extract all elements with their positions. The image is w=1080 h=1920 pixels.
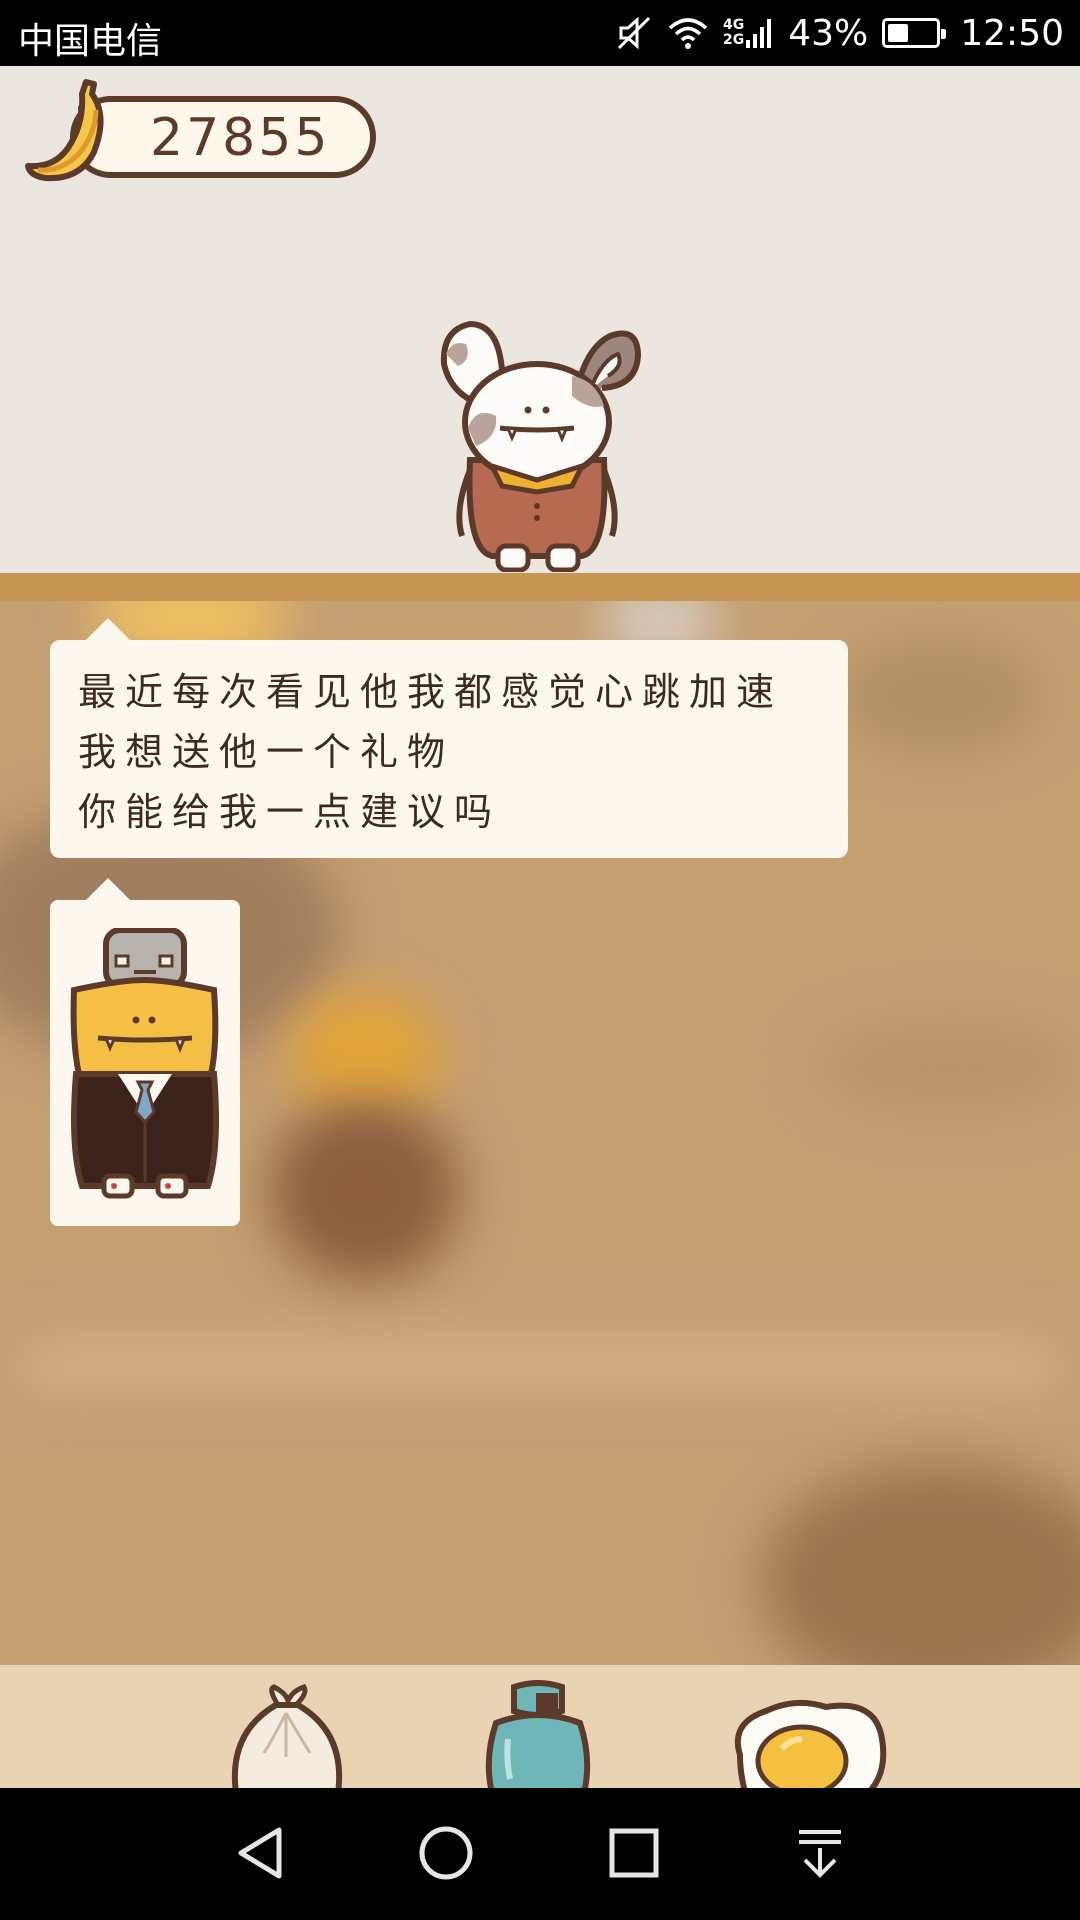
recents-button[interactable] — [594, 1818, 674, 1888]
home-icon — [419, 1826, 473, 1880]
item-tray — [0, 1665, 1080, 1788]
blurred-object — [20, 1341, 1060, 1391]
network-type-label: 4G 2G — [723, 17, 745, 48]
home-button[interactable] — [406, 1818, 486, 1888]
recents-icon — [609, 1828, 659, 1878]
wifi-icon — [667, 16, 709, 50]
banana-count: 27855 — [150, 108, 331, 168]
signal-icon — [746, 16, 774, 50]
speech-line: 你能给我一点建议吗 — [78, 790, 502, 834]
blurred-object — [270, 1101, 460, 1281]
speech-bubble[interactable]: 最近每次看见他我都感觉心跳加速 我想送他一个礼物 你能给我一点建议吗 — [50, 618, 848, 858]
gas-tank-item[interactable] — [484, 1679, 592, 1788]
rabbit-character[interactable] — [432, 310, 644, 576]
businessman-character — [68, 927, 222, 1204]
battery-percent: 43% — [788, 12, 869, 54]
clock: 12:50 — [960, 12, 1064, 54]
shelf — [0, 573, 1080, 601]
navigation-bar — [0, 1788, 1080, 1920]
mute-icon — [615, 14, 653, 52]
status-bar: 中国电信 4G 2G 43% 12:50 — [0, 0, 1080, 66]
pull-down-icon — [799, 1830, 841, 1878]
blurred-object — [840, 641, 1040, 751]
notification-button[interactable] — [780, 1818, 860, 1888]
blurred-object — [820, 1021, 1080, 1111]
gift-hint-bubble[interactable] — [50, 878, 240, 1226]
banana-icon — [24, 76, 120, 190]
status-icons: 4G 2G 43% 12:50 — [615, 10, 1064, 56]
speech-line: 我想送他一个礼物 — [78, 730, 455, 774]
back-icon — [238, 1827, 282, 1879]
fried-egg-item[interactable] — [726, 1695, 888, 1788]
banana-counter[interactable]: 27855 — [25, 79, 376, 182]
battery-fill — [888, 24, 909, 42]
carrier-label: 中国电信 — [18, 21, 163, 62]
game-screen: 27855 最近每次看见他我都感觉心跳加速 我想送他一个礼物 你能给我一点建议吗 — [0, 66, 1080, 1788]
dumpling-item[interactable] — [228, 1683, 346, 1788]
blurred-object — [760, 1461, 1080, 1665]
back-button[interactable] — [222, 1818, 302, 1888]
speech-line: 最近每次看见他我都感觉心跳加速 — [78, 670, 784, 714]
battery-icon — [882, 18, 947, 48]
